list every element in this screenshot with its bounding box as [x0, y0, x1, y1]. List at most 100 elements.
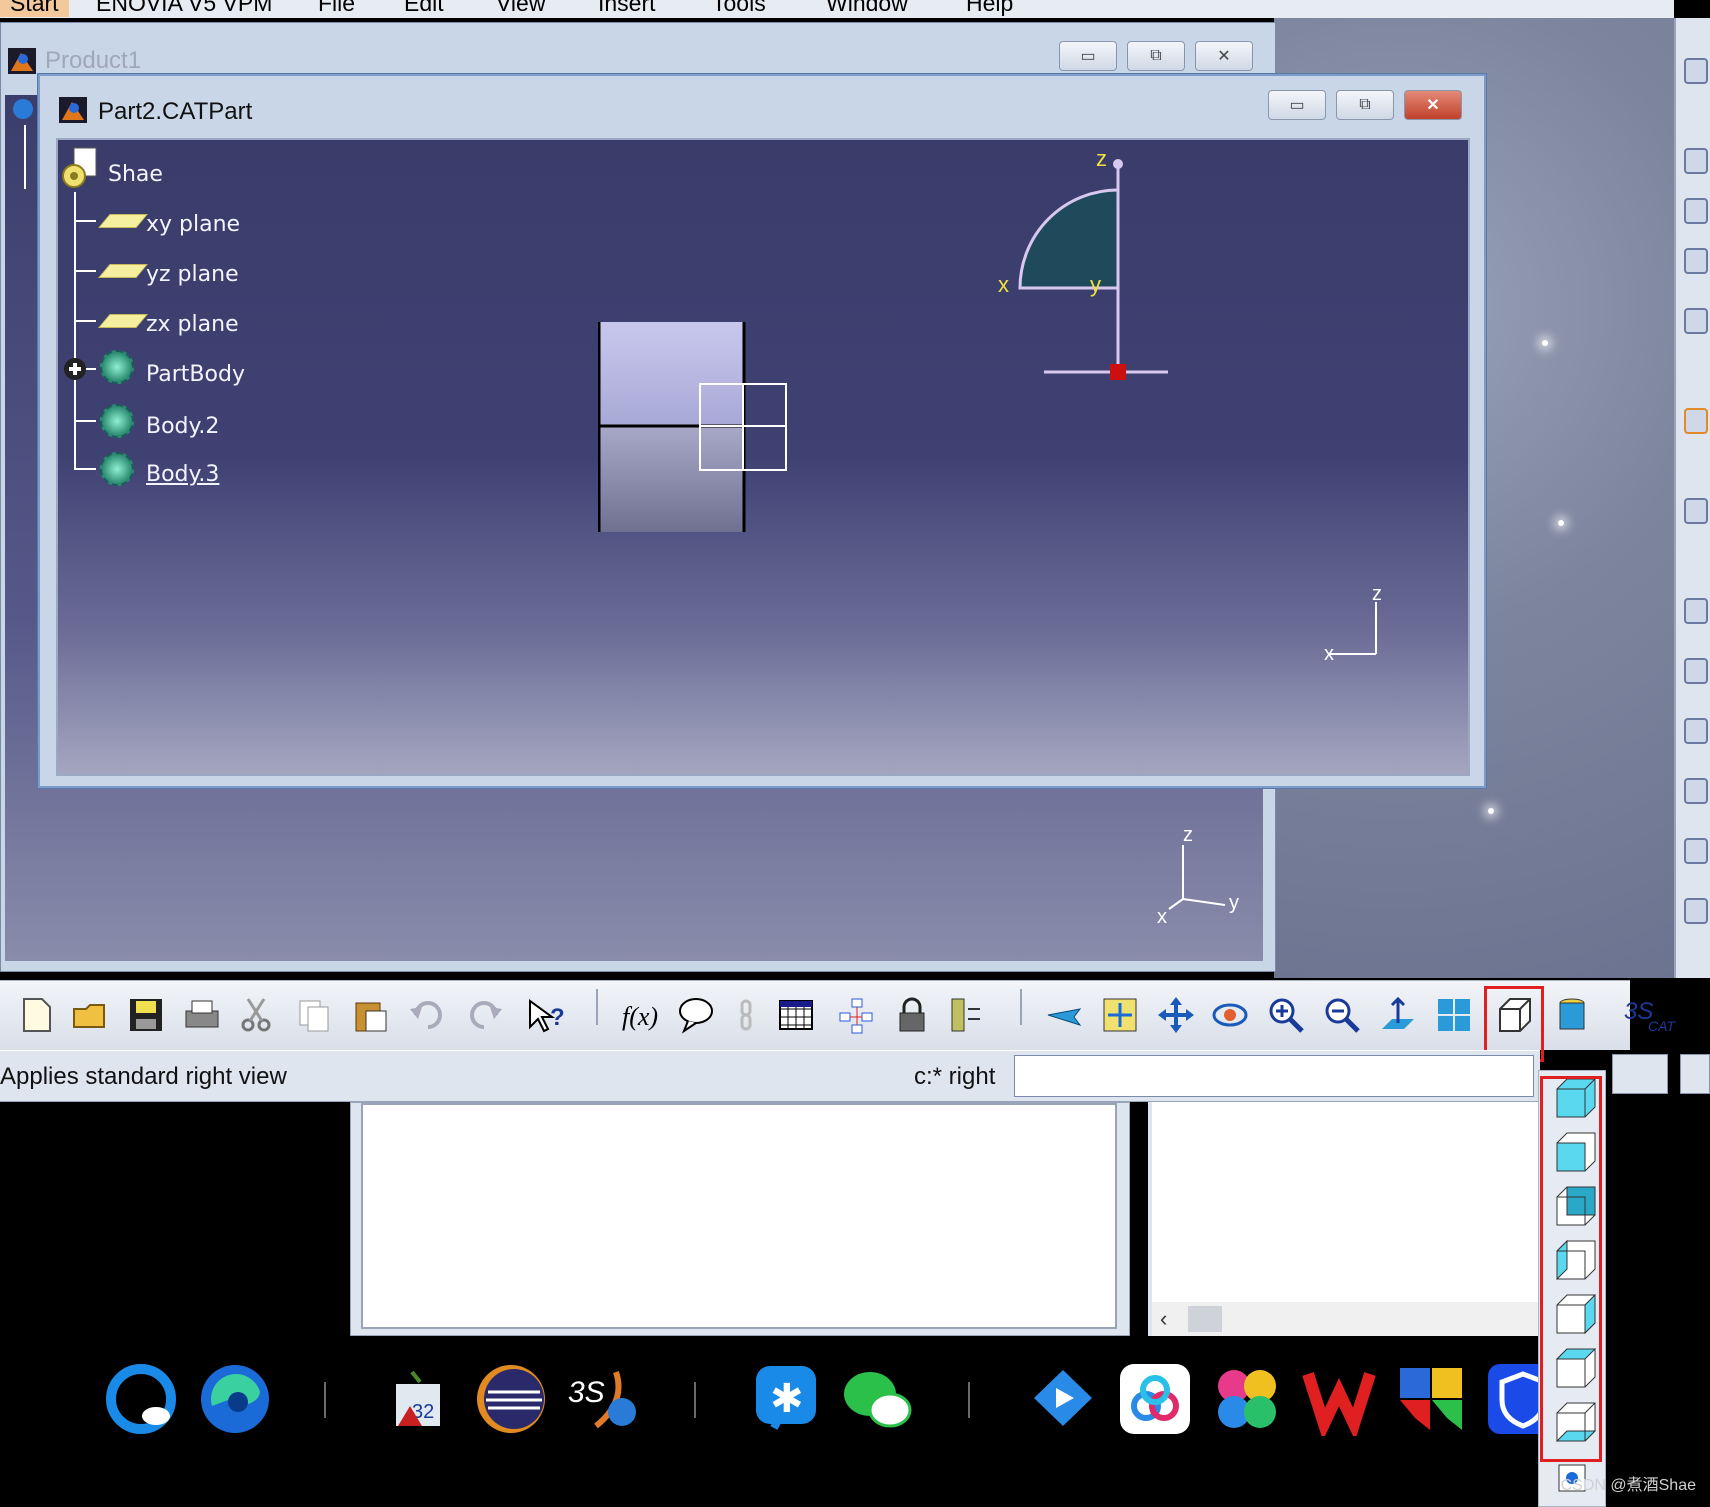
whats-this-button[interactable]: ?: [524, 993, 568, 1037]
tool-icon[interactable]: [1684, 198, 1708, 224]
part-root-icon[interactable]: [60, 146, 102, 192]
tool-icon[interactable]: [1684, 498, 1708, 524]
tool-icon[interactable]: [1684, 408, 1708, 434]
menu-help[interactable]: Help: [966, 0, 1013, 17]
tool-icon[interactable]: [1684, 778, 1708, 804]
lock-button[interactable]: [890, 993, 934, 1037]
close-button[interactable]: ✕: [1404, 90, 1462, 120]
compass-widget[interactable]: z x y: [988, 146, 1188, 386]
part-geometry[interactable]: [598, 320, 798, 540]
tool-icon[interactable]: [1684, 718, 1708, 744]
menu-insert[interactable]: Insert: [598, 0, 656, 17]
tool-icon[interactable]: [1684, 148, 1708, 174]
comment-button[interactable]: [674, 993, 718, 1037]
fit-all-button[interactable]: [1098, 993, 1142, 1037]
normal-view-button[interactable]: [1376, 993, 1420, 1037]
undo-button[interactable]: [404, 993, 448, 1037]
tool-icon[interactable]: [1684, 58, 1708, 84]
formula-button[interactable]: f(x): [618, 993, 662, 1037]
catia-app-icon: [59, 97, 87, 123]
tencent-classroom-icon[interactable]: [1026, 1362, 1100, 1436]
knowledge-icon: [839, 998, 873, 1034]
horizontal-scrollbar[interactable]: ‹: [1152, 1302, 1548, 1336]
menu-enovia[interactable]: ENOVIA V5 VPM: [96, 0, 272, 17]
panel-button[interactable]: [1612, 1054, 1668, 1094]
menu-view[interactable]: View: [496, 0, 545, 17]
clover-icon[interactable]: [1210, 1362, 1284, 1436]
qq-browser-icon[interactable]: [104, 1362, 178, 1436]
tool-icon[interactable]: [1684, 658, 1708, 684]
axis-x-label: x: [1157, 906, 1167, 925]
tool-icon[interactable]: [1684, 308, 1708, 334]
save-button[interactable]: [124, 993, 168, 1037]
edge-icon[interactable]: [198, 1362, 272, 1436]
command-input[interactable]: [1014, 1055, 1534, 1097]
pan-button[interactable]: [1154, 993, 1198, 1037]
redo-button[interactable]: [464, 993, 508, 1037]
copy-button[interactable]: [292, 993, 336, 1037]
property-panel: ‹: [1148, 1102, 1548, 1336]
taskbar-separator: [324, 1382, 326, 1418]
wps-icon[interactable]: [1302, 1362, 1376, 1441]
zoom-in-button[interactable]: [1264, 993, 1308, 1037]
tree-item-body-3[interactable]: Body.3: [146, 462, 219, 487]
fit-all-icon: [1103, 998, 1137, 1032]
menu-window[interactable]: Window: [826, 0, 908, 17]
menu-edit[interactable]: Edit: [404, 0, 444, 17]
tool-icon[interactable]: [1684, 248, 1708, 274]
hide-show-button[interactable]: [1550, 993, 1594, 1037]
compass-y-label: y: [1090, 272, 1101, 297]
catia-32-icon[interactable]: 32: [382, 1362, 456, 1436]
minimize-icon: ▭: [1080, 48, 1096, 65]
tree-item-body-2[interactable]: Body.2: [146, 414, 219, 439]
tree-item-xy-plane[interactable]: xy plane: [146, 212, 240, 237]
close-button[interactable]: ✕: [1195, 41, 1253, 71]
cut-button[interactable]: [234, 993, 278, 1037]
minimize-button[interactable]: ▭: [1059, 41, 1117, 71]
knowledge-button[interactable]: [834, 993, 878, 1037]
part-3d-viewport[interactable]: Shae xy plane yz plane zx plane PartBody…: [56, 138, 1470, 776]
fly-mode-button[interactable]: [1042, 993, 1086, 1037]
rotate-button[interactable]: [1208, 993, 1252, 1037]
property-panel-content[interactable]: [1152, 1102, 1548, 1302]
dingtalk-icon[interactable]: ✱: [752, 1362, 826, 1436]
tree-stub-icon: [13, 99, 33, 189]
tree-item-zx-plane[interactable]: zx plane: [146, 312, 239, 337]
multi-view-button[interactable]: [1432, 993, 1476, 1037]
panel-button[interactable]: [1680, 1054, 1710, 1094]
tool-icon[interactable]: [1684, 838, 1708, 864]
measure-button[interactable]: [944, 993, 988, 1037]
expand-plus-icon[interactable]: [62, 356, 88, 382]
scroll-left-icon[interactable]: ‹: [1160, 1306, 1167, 1332]
menu-start[interactable]: Start: [0, 0, 69, 17]
restore-button[interactable]: ⧉: [1127, 41, 1185, 71]
paste-button[interactable]: [348, 993, 392, 1037]
baidu-netdisk-icon[interactable]: [1118, 1362, 1192, 1436]
scroll-thumb[interactable]: [1188, 1306, 1222, 1332]
wechat-icon[interactable]: [840, 1362, 914, 1436]
minimize-button[interactable]: ▭: [1268, 90, 1326, 120]
table-button[interactable]: [774, 993, 818, 1037]
tree-root-label[interactable]: Shae: [108, 162, 163, 187]
eclipse-icon[interactable]: [474, 1362, 548, 1436]
tree-item-yz-plane[interactable]: yz plane: [146, 262, 239, 287]
restore-button[interactable]: ⧉: [1336, 90, 1394, 120]
tool-icon[interactable]: [1684, 898, 1708, 924]
new-button[interactable]: [14, 993, 58, 1037]
standard-toolbar: ? f(x) 3S CAT: [0, 980, 1676, 1050]
print-button[interactable]: [180, 993, 224, 1037]
3ds-icon[interactable]: 3S: [566, 1362, 640, 1436]
zoom-out-button[interactable]: [1320, 993, 1364, 1037]
office-icon[interactable]: [1394, 1362, 1468, 1436]
tree-item-partbody[interactable]: PartBody: [146, 362, 245, 387]
body-icon: [100, 350, 134, 384]
menu-file[interactable]: File: [318, 0, 355, 17]
open-button[interactable]: [68, 993, 112, 1037]
tool-icon[interactable]: [1684, 598, 1708, 624]
menu-tools[interactable]: Tools: [712, 0, 766, 17]
part-window: Part2.CATPart ▭ ⧉ ✕ Shae xy plane yz pla…: [38, 74, 1486, 788]
zoom-out-icon: [1325, 998, 1360, 1033]
close-icon: ✕: [1426, 97, 1440, 114]
link-button[interactable]: [724, 993, 768, 1037]
output-panel-content[interactable]: [361, 1103, 1117, 1329]
